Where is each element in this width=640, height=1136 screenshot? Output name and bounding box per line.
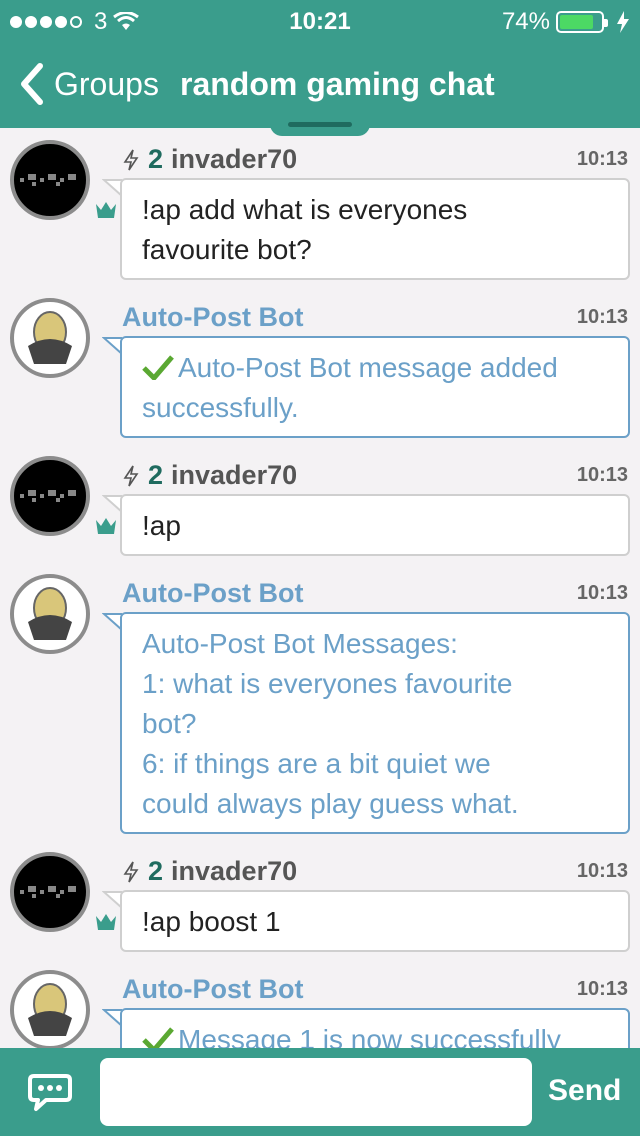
space-invader-icon <box>20 490 76 502</box>
battery-percent: 74% <box>501 8 550 35</box>
crown-icon <box>96 518 116 534</box>
message-text: !ap <box>142 510 181 541</box>
lightning-icon <box>123 149 139 170</box>
crown-icon <box>96 202 116 218</box>
sender-name: Auto-Post Bot <box>122 302 303 333</box>
message-bubble[interactable]: !ap boost 1 <box>120 890 630 952</box>
checkmark-icon <box>142 1027 174 1048</box>
space-invader-icon <box>20 886 76 898</box>
message-list[interactable]: 2 invader70 10:13 !ap add what is everyo… <box>0 128 640 1048</box>
bubble-tail <box>102 1009 122 1027</box>
lightning-icon <box>123 861 139 882</box>
message-time: 10:13 <box>576 582 628 604</box>
message-line: Auto-Post Bot message added <box>142 348 608 388</box>
sender-label: invader70 <box>171 144 298 174</box>
speech-bubble-icon[interactable] <box>28 1072 72 1112</box>
sender-score: 2 <box>148 856 164 886</box>
message-line: Message 1 is now successfully <box>142 1020 608 1048</box>
avatar[interactable] <box>10 298 90 378</box>
message-time: 10:13 <box>576 306 628 328</box>
compose-bar: Send <box>0 1048 640 1136</box>
message-text: could always play guess what. <box>142 788 519 819</box>
message-input[interactable] <box>100 1058 532 1126</box>
message-text: bot? <box>142 708 197 739</box>
message-meta: Auto-Post Bot 10:13 <box>122 578 628 612</box>
sender-name: 2 invader70 <box>122 460 297 491</box>
message-text: successfully. <box>142 392 299 423</box>
bubble-tail <box>102 337 122 355</box>
bubble-tail <box>102 613 122 631</box>
sender-label: Auto-Post Bot <box>122 974 304 1004</box>
status-bar: 3 10:21 74% <box>0 0 640 40</box>
avatar[interactable] <box>10 456 90 536</box>
bot-egg-icon <box>28 311 72 364</box>
sender-name: Auto-Post Bot <box>122 578 303 609</box>
sender-label: Auto-Post Bot <box>122 302 304 332</box>
message-text: favourite bot? <box>142 234 312 265</box>
sender-name: Auto-Post Bot <box>122 974 303 1005</box>
message-text: 6: if things are a bit quiet we <box>142 748 491 779</box>
message-meta: 2 invader70 10:13 <box>122 460 628 494</box>
space-invader-icon <box>20 174 76 186</box>
battery-area: 74% <box>502 8 630 36</box>
app-header: 3 10:21 74% Groups random gaming chat <box>0 0 640 128</box>
avatar[interactable] <box>10 140 90 220</box>
battery-icon <box>556 11 608 33</box>
message-bubble[interactable]: !ap add what is everyones favourite bot? <box>120 178 630 280</box>
message-bubble[interactable]: Auto-Post Bot Messages: 1: what is every… <box>120 612 630 834</box>
bubble-tail <box>102 179 122 197</box>
avatar[interactable] <box>10 574 90 654</box>
message-time: 10:13 <box>576 860 628 882</box>
sender-label: Auto-Post Bot <box>122 578 304 608</box>
crown-icon <box>96 914 116 930</box>
checkmark-icon <box>142 355 174 380</box>
bot-egg-icon <box>28 983 72 1036</box>
message-time: 10:13 <box>576 978 628 1000</box>
bubble-tail <box>102 495 122 513</box>
charging-icon <box>617 11 629 33</box>
send-button[interactable]: Send <box>548 1074 621 1108</box>
message-time: 10:13 <box>576 148 628 170</box>
sender-score: 2 <box>148 144 164 174</box>
message-text: 1: what is everyones favourite <box>142 668 513 699</box>
navigation-bar: Groups random gaming chat <box>0 56 640 116</box>
back-button[interactable]: Groups <box>16 62 159 106</box>
message-meta: 2 invader70 10:13 <box>122 856 628 890</box>
lightning-icon <box>123 465 139 486</box>
chevron-left-icon <box>21 63 43 105</box>
message-text: Auto-Post Bot Messages: <box>142 628 458 659</box>
message-time: 10:13 <box>576 464 628 486</box>
message-text: Message 1 is now successfully <box>178 1024 561 1048</box>
message-bubble[interactable]: Message 1 is now successfully <box>120 1008 630 1048</box>
sender-label: invader70 <box>171 856 298 886</box>
page-title: random gaming chat <box>180 66 495 102</box>
sender-label: invader70 <box>171 460 298 490</box>
message-text: !ap boost 1 <box>142 906 281 937</box>
sender-score: 2 <box>148 460 164 490</box>
avatar[interactable] <box>10 852 90 932</box>
sender-name: 2 invader70 <box>122 856 297 887</box>
message-text: Auto-Post Bot message added <box>178 352 558 383</box>
message-meta: Auto-Post Bot 10:13 <box>122 974 628 1008</box>
message-bubble[interactable]: !ap <box>120 494 630 556</box>
message-meta: Auto-Post Bot 10:13 <box>122 302 628 336</box>
message-text: !ap add what is everyones <box>142 194 468 225</box>
avatar[interactable] <box>10 970 90 1048</box>
bot-egg-icon <box>28 587 72 640</box>
message-bubble[interactable]: Auto-Post Bot message added successfully… <box>120 336 630 438</box>
sender-name: 2 invader70 <box>122 144 297 175</box>
bubble-tail <box>102 891 122 909</box>
message-meta: 2 invader70 10:13 <box>122 144 628 178</box>
back-label: Groups <box>54 65 159 102</box>
